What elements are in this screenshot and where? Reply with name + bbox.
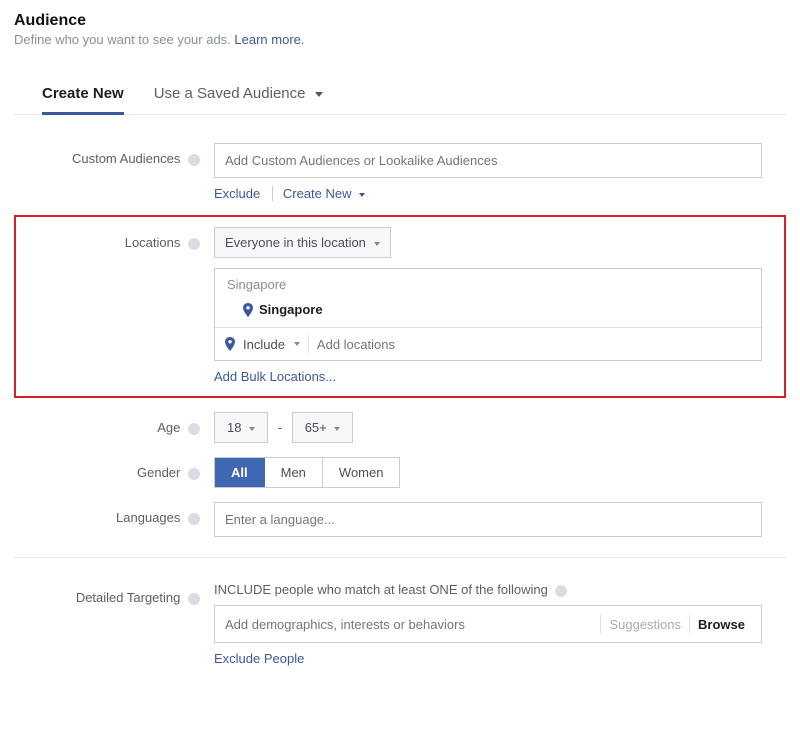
languages-input[interactable] [214,502,762,537]
divider [689,615,690,633]
custom-audiences-label: Custom Audiences [14,143,214,166]
map-pin-icon [243,303,253,317]
gender-button-group: All Men Women [214,457,400,488]
gender-row: Gender All Men Women [14,457,786,488]
custom-audiences-input[interactable] [214,143,762,178]
gender-women-button[interactable]: Women [323,458,400,487]
languages-label: Languages [14,502,214,525]
section-divider [14,557,786,558]
tab-create-new[interactable]: Create New [42,75,124,114]
detailed-targeting-caption: INCLUDE people who match at least ONE of… [214,582,786,597]
locations-label: Locations [26,227,214,250]
tab-use-saved-label: Use a Saved Audience [154,85,306,102]
add-locations-input[interactable] [317,337,751,352]
chevron-down-icon [249,427,255,431]
chevron-down-icon [294,342,300,346]
exclude-custom-audiences-link[interactable]: Exclude [214,186,260,201]
location-scope-dropdown[interactable]: Everyone in this location [214,227,391,258]
gender-men-button[interactable]: Men [265,458,323,487]
map-pin-icon [225,337,235,351]
locations-highlight-box: Locations Everyone in this location Sing… [14,215,786,398]
languages-row: Languages [14,502,786,537]
chevron-down-icon [315,92,323,97]
gender-all-button[interactable]: All [215,458,265,487]
divider [308,335,309,353]
tab-use-saved[interactable]: Use a Saved Audience [154,75,323,114]
info-icon[interactable] [188,423,200,435]
browse-button[interactable]: Browse [692,617,751,632]
custom-audiences-row: Custom Audiences Exclude Create New [14,143,786,201]
gender-label: Gender [14,457,214,480]
info-icon[interactable] [188,593,200,605]
location-item-label: Singapore [259,302,323,317]
detailed-targeting-input-box: Suggestions Browse [214,605,762,643]
location-input-row: Include [215,327,761,360]
detailed-targeting-label: Detailed Targeting [14,582,214,605]
page-header: Audience Define who you want to see your… [14,12,786,47]
age-range-separator: - [278,420,282,435]
location-item-singapore[interactable]: Singapore [215,296,761,327]
page-subtitle-text: Define who you want to see your ads. [14,32,234,47]
age-max-dropdown[interactable]: 65+ [292,412,354,443]
include-exclude-dropdown[interactable]: Include [243,337,300,352]
detailed-targeting-input[interactable] [225,617,598,632]
info-icon[interactable] [188,238,200,250]
exclude-people-link[interactable]: Exclude People [214,651,304,666]
page-subtitle: Define who you want to see your ads. Lea… [14,32,786,47]
info-icon[interactable] [188,154,200,166]
info-icon[interactable] [188,468,200,480]
learn-more-link[interactable]: Learn more. [234,32,304,47]
divider [600,615,601,633]
age-label: Age [14,412,214,435]
chevron-down-icon [334,427,340,431]
suggestions-button[interactable]: Suggestions [603,617,687,632]
info-icon[interactable] [188,513,200,525]
age-min-dropdown[interactable]: 18 [214,412,268,443]
locations-panel: Singapore Singapore Include [214,268,762,361]
chevron-down-icon [359,193,365,197]
audience-form: Custom Audiences Exclude Create New Loca… [14,115,786,666]
info-icon[interactable] [555,585,567,597]
age-row: Age 18 - 65+ [14,412,786,443]
chevron-down-icon [374,242,380,246]
location-group-heading: Singapore [215,269,761,296]
detailed-targeting-row: Detailed Targeting INCLUDE people who ma… [14,582,786,666]
audience-tabs: Create New Use a Saved Audience [14,75,786,115]
create-new-custom-audience-link[interactable]: Create New [272,186,365,201]
add-bulk-locations-link[interactable]: Add Bulk Locations... [214,369,336,384]
page-title: Audience [14,12,786,30]
